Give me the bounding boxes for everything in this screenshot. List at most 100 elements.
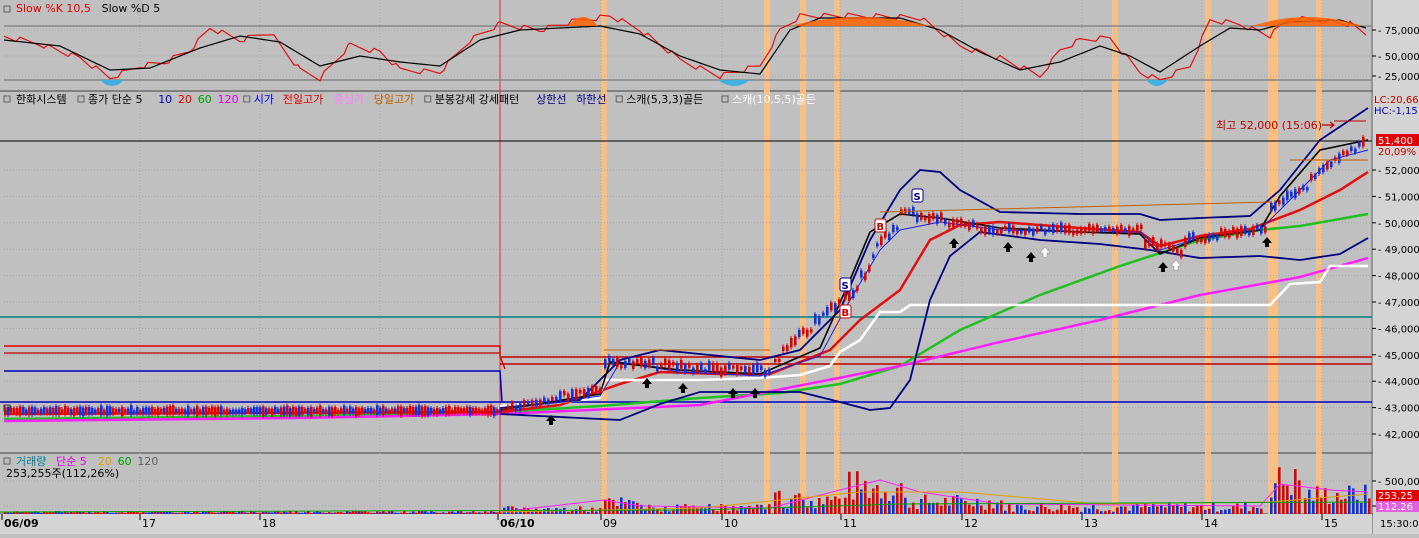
- candlestick: [778, 358, 781, 363]
- volume-bar: [301, 512, 304, 514]
- candlestick: [466, 406, 469, 414]
- volume-bar: [349, 511, 352, 514]
- volume-bar: [1312, 500, 1315, 514]
- candlestick: [154, 408, 157, 415]
- volume-bar: [1160, 505, 1163, 514]
- price-legend-item: 시가: [254, 93, 274, 106]
- candlestick: [1204, 235, 1207, 244]
- volume-bar: [1068, 505, 1071, 514]
- candlestick: [382, 405, 385, 416]
- candlestick: [433, 409, 436, 415]
- candlestick: [337, 409, 340, 414]
- candlestick: [822, 312, 825, 316]
- candlestick: [1028, 227, 1031, 233]
- candlestick: [235, 409, 238, 414]
- volume-bar: [1208, 508, 1211, 514]
- candlestick: [31, 406, 34, 415]
- candlestick: [184, 409, 187, 415]
- candlestick: [1152, 237, 1155, 246]
- candlestick: [864, 273, 867, 281]
- volume-bar: [948, 505, 951, 514]
- candlestick: [409, 406, 412, 415]
- volume-bar: [778, 490, 781, 514]
- stock-chart-window: Slow %K 10,5 Slow %D 5 - 75,000 - 50,000 - 2…: [0, 0, 1419, 534]
- candlestick: [349, 406, 352, 414]
- price-axis-tick-label: - 44,000: [1378, 377, 1419, 388]
- price-axis-tick-label: - 48,000: [1378, 272, 1419, 283]
- candlestick: [632, 361, 635, 369]
- volume-bar: [160, 511, 163, 514]
- volume-bar: [307, 511, 310, 514]
- volume-bar: [806, 507, 809, 514]
- volume-bar: [475, 512, 478, 514]
- candlestick: [484, 408, 487, 414]
- candlestick: [133, 410, 136, 414]
- intraday-chart[interactable]: Slow %K 10,5 Slow %D 5 - 75,000 - 50,000 - 2…: [0, 0, 1419, 534]
- candlestick: [121, 407, 124, 417]
- price-legend-item: 중심가: [334, 93, 364, 106]
- candlestick: [16, 407, 19, 414]
- volume-bar: [73, 512, 76, 514]
- volume-bar: [286, 512, 289, 514]
- volume-bar: [752, 508, 755, 514]
- volume-bar: [928, 502, 931, 514]
- candlestick: [340, 408, 343, 413]
- candlestick: [223, 409, 226, 414]
- volume-bar: [628, 499, 631, 514]
- candlestick: [511, 401, 514, 411]
- candlestick: [818, 316, 821, 325]
- volume-bar: [904, 497, 907, 514]
- volume-bar: [1016, 504, 1019, 514]
- candlestick: [1092, 225, 1095, 234]
- candlestick: [1278, 200, 1281, 205]
- candlestick: [1252, 226, 1255, 235]
- candlestick: [139, 409, 142, 414]
- current-pct-label: 20,09%: [1378, 147, 1416, 158]
- candlestick: [1290, 191, 1293, 197]
- candlestick: [1282, 197, 1285, 205]
- candlestick: [700, 362, 703, 372]
- candlestick: [181, 408, 184, 414]
- candlestick: [802, 327, 805, 334]
- candlestick: [1220, 228, 1223, 236]
- volume-bar: [331, 512, 334, 514]
- candlestick: [920, 212, 923, 220]
- candlestick: [469, 406, 472, 416]
- candlestick: [1354, 148, 1357, 153]
- volume-bar: [1020, 505, 1023, 514]
- candlestick: [1104, 227, 1107, 231]
- candlestick: [1362, 136, 1365, 147]
- candlestick: [343, 405, 346, 415]
- candlestick: [418, 405, 421, 415]
- volume-bar: [1140, 507, 1143, 514]
- candlestick: [25, 409, 28, 415]
- volume-bar: [412, 511, 415, 514]
- volume-box-bottom: 112,26: [1378, 502, 1413, 513]
- volume-bar: [1212, 502, 1215, 514]
- candlestick: [397, 406, 400, 414]
- candlestick: [166, 406, 169, 416]
- volume-bar: [1352, 488, 1355, 514]
- candlestick: [996, 230, 999, 235]
- volume-bar: [876, 485, 879, 514]
- volume-bar: [253, 511, 256, 514]
- stoch-axis-tick-label: - 75,000: [1378, 26, 1419, 37]
- volume-bar: [940, 505, 943, 514]
- candlestick: [67, 407, 70, 413]
- signal-marker-buy: B: [874, 218, 887, 233]
- volume-bar: [908, 507, 911, 514]
- candlestick: [972, 220, 975, 226]
- candlestick: [810, 329, 813, 333]
- candlestick: [1358, 141, 1361, 147]
- volume-bar: [337, 512, 340, 514]
- volume-bar: [451, 511, 454, 514]
- volume-bar: [1072, 507, 1075, 514]
- candlestick: [193, 408, 196, 414]
- volume-bar: [355, 511, 358, 514]
- candlestick: [40, 408, 43, 414]
- volume-bar: [1316, 486, 1319, 514]
- candlestick: [28, 407, 31, 416]
- candlestick: [355, 407, 358, 417]
- volume-bar: [1000, 500, 1003, 514]
- volume-bar: [409, 512, 412, 514]
